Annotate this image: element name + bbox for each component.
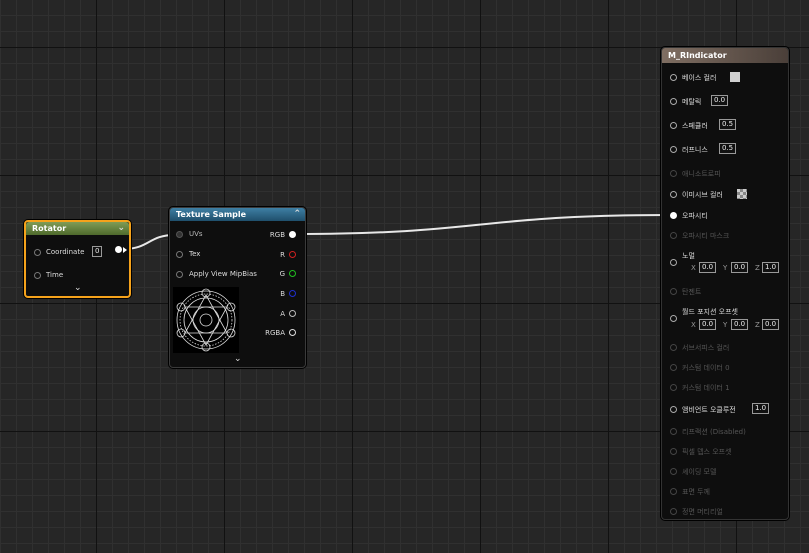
normal-pin[interactable] xyxy=(670,259,677,266)
uvs-label: UVs xyxy=(189,230,203,238)
normal-z-value[interactable]: 1.0 xyxy=(762,262,780,273)
texture-sample-node[interactable]: Texture Sample ⌃ UVs Tex Apply View MipB… xyxy=(169,207,306,368)
a-output-label: A xyxy=(280,310,285,318)
rotator-output-pin[interactable] xyxy=(115,246,122,253)
coordinate-input-pin[interactable] xyxy=(34,249,41,256)
normal-z-label: Z xyxy=(755,264,760,272)
metallic-label: 메탈릭 xyxy=(682,98,702,106)
pdo-label: 픽셀 뎁스 오프셋 xyxy=(682,448,732,456)
texture-preview xyxy=(173,287,239,353)
tex-label: Tex xyxy=(189,250,201,258)
g-output-pin[interactable] xyxy=(289,270,296,277)
refraction-label: 리프랙션 (Disabled) xyxy=(682,428,746,436)
wpo-x-value[interactable]: 0.0 xyxy=(699,319,717,330)
wpo-z-value[interactable]: 0.0 xyxy=(762,319,780,330)
rgba-output-pin[interactable] xyxy=(289,329,296,336)
material-title: M_RIndicator xyxy=(668,51,727,60)
front-material-pin[interactable] xyxy=(670,508,677,515)
ao-label: 앰비언트 오클루전 xyxy=(682,406,736,414)
pdo-pin[interactable] xyxy=(670,448,677,455)
a-output-pin[interactable] xyxy=(289,310,296,317)
time-label: Time xyxy=(46,271,64,279)
rotator-node[interactable]: Rotator ⌄ Coordinate 0 Time ⌄ xyxy=(24,220,131,298)
r-output-label: R xyxy=(280,251,285,259)
normal-y-value[interactable]: 0.0 xyxy=(731,262,749,273)
texture-sample-title: Texture Sample xyxy=(176,210,247,219)
opacity-label: 오파시티 xyxy=(682,212,708,220)
material-result-node[interactable]: M_RIndicator 베이스 컬러 메탈릭 0.0 스페큘러 0.5 러프니… xyxy=(661,47,789,520)
rgb-output-pin[interactable] xyxy=(289,231,296,238)
b-output-pin[interactable] xyxy=(289,290,296,297)
emissive-swatch[interactable] xyxy=(737,189,747,199)
custom1-pin[interactable] xyxy=(670,384,677,391)
specular-label: 스페큘러 xyxy=(682,122,708,130)
thickness-label: 표면 두께 xyxy=(682,488,710,496)
chevron-down-icon[interactable]: ⌄ xyxy=(117,222,125,235)
mipbias-input-pin[interactable] xyxy=(176,271,183,278)
thickness-pin[interactable] xyxy=(670,488,677,495)
chevron-up-icon[interactable]: ⌃ xyxy=(293,208,301,221)
tangent-label: 탄젠트 xyxy=(682,288,702,296)
g-output-label: G xyxy=(279,270,285,278)
subsurface-pin[interactable] xyxy=(670,344,677,351)
uvs-input-pin[interactable] xyxy=(176,231,183,238)
emissive-pin[interactable] xyxy=(670,191,677,198)
ao-pin[interactable] xyxy=(670,406,677,413)
r-output-pin[interactable] xyxy=(289,251,296,258)
anisotropy-pin[interactable] xyxy=(670,170,677,177)
metallic-pin[interactable] xyxy=(670,98,677,105)
opacity-pin[interactable] xyxy=(670,212,677,219)
normal-label: 노멀 xyxy=(682,252,695,260)
wpo-z-label: Z xyxy=(755,321,760,329)
normal-y-label: Y xyxy=(723,264,728,272)
anisotropy-label: 애니소트로피 xyxy=(682,170,721,178)
metallic-value[interactable]: 0.0 xyxy=(711,95,729,106)
specular-pin[interactable] xyxy=(670,122,677,129)
material-header[interactable]: M_RIndicator xyxy=(662,48,788,63)
coordinate-label: Coordinate xyxy=(46,248,85,256)
roughness-pin[interactable] xyxy=(670,146,677,153)
wpo-y-label: Y xyxy=(723,321,728,329)
tangent-pin[interactable] xyxy=(670,288,677,295)
expand-chevron-icon[interactable]: ⌄ xyxy=(74,283,82,293)
front-material-label: 정면 머티리얼 xyxy=(682,508,723,516)
rotator-node-header[interactable]: Rotator ⌄ xyxy=(26,222,129,235)
base-color-swatch[interactable] xyxy=(730,72,740,82)
custom0-label: 커스텀 데이터 0 xyxy=(682,364,730,372)
specular-value[interactable]: 0.5 xyxy=(719,119,737,130)
wpo-label: 월드 포지션 오프셋 xyxy=(682,308,738,316)
magic-circle-icon xyxy=(176,288,236,352)
time-input-pin[interactable] xyxy=(34,272,41,279)
wpo-y-value[interactable]: 0.0 xyxy=(731,319,749,330)
base-color-label: 베이스 컬러 xyxy=(682,74,717,82)
coordinate-value[interactable]: 0 xyxy=(92,246,103,257)
mipbias-label: Apply View MipBias xyxy=(189,270,257,278)
normal-x-value[interactable]: 0.0 xyxy=(699,262,717,273)
custom1-label: 커스텀 데이터 1 xyxy=(682,384,730,392)
shading-label: 셰이딩 모델 xyxy=(682,468,717,476)
subsurface-label: 서브서피스 컬러 xyxy=(682,344,730,352)
ao-value[interactable]: 1.0 xyxy=(752,403,770,414)
b-output-label: B xyxy=(280,290,285,298)
rotator-title: Rotator xyxy=(32,224,67,233)
expand-chevron-icon[interactable]: ⌄ xyxy=(234,354,242,364)
roughness-label: 러프니스 xyxy=(682,146,708,154)
texture-sample-header[interactable]: Texture Sample ⌃ xyxy=(170,208,305,221)
rgba-output-label: RGBA xyxy=(265,329,285,337)
normal-x-label: X xyxy=(691,264,696,272)
shading-pin[interactable] xyxy=(670,468,677,475)
wpo-pin[interactable] xyxy=(670,315,677,322)
tex-input-pin[interactable] xyxy=(176,251,183,258)
refraction-pin[interactable] xyxy=(670,428,677,435)
custom0-pin[interactable] xyxy=(670,364,677,371)
opacity-mask-label: 오파시티 마스크 xyxy=(682,232,730,240)
rgb-output-label: RGB xyxy=(269,231,285,239)
roughness-value[interactable]: 0.5 xyxy=(719,143,737,154)
base-color-pin[interactable] xyxy=(670,74,677,81)
emissive-label: 이미시브 컬러 xyxy=(682,191,723,199)
rotator-output-arrow xyxy=(123,247,127,253)
wpo-x-label: X xyxy=(691,321,696,329)
opacity-mask-pin[interactable] xyxy=(670,232,677,239)
wire-rgb-to-opacity xyxy=(296,214,669,235)
